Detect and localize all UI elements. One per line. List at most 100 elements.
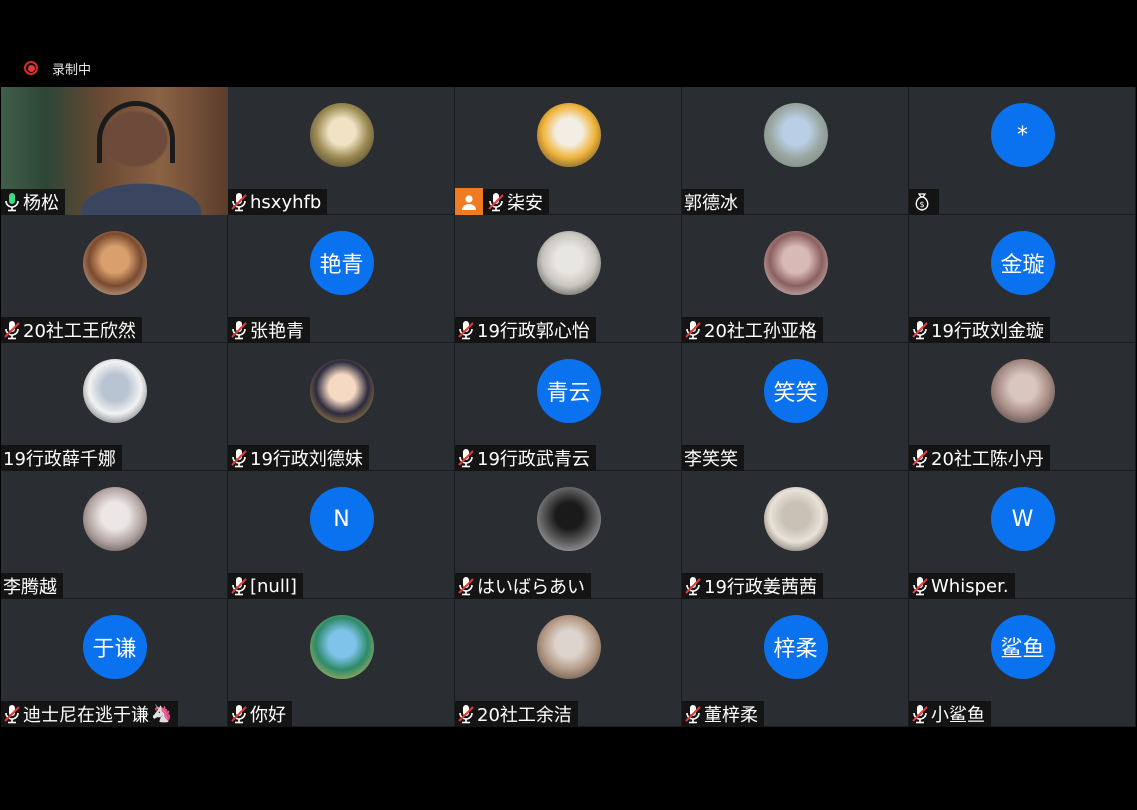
participant-name-tag: 20社工王欣然 bbox=[1, 317, 142, 343]
participant-name: 杨松 bbox=[23, 193, 59, 214]
avatar-initials: * bbox=[1017, 122, 1028, 148]
participant-name-tag: 19行政刘金璇 bbox=[909, 317, 1050, 343]
participant-avatar bbox=[309, 103, 374, 167]
participant-name-tag: 迪士尼在逃于谦 🦄 bbox=[1, 701, 179, 727]
participant-tile[interactable]: W Whisper. bbox=[909, 471, 1136, 599]
participant-name-tag: 20社工陈小丹 bbox=[909, 445, 1050, 471]
participant-avatar: 于谦 bbox=[82, 615, 147, 679]
participant-tile[interactable]: 李腾越 bbox=[1, 471, 228, 599]
person-icon bbox=[455, 188, 483, 215]
record-icon bbox=[24, 61, 38, 75]
microphone-muted-icon bbox=[684, 704, 702, 724]
money-bag-icon: $ bbox=[911, 191, 933, 213]
microphone-muted-icon bbox=[457, 448, 475, 468]
participant-avatar: 笑笑 bbox=[763, 359, 828, 423]
participant-name-tag: 柒安 bbox=[455, 188, 549, 215]
participant-tile[interactable]: 19行政薛千娜 bbox=[1, 343, 228, 471]
participant-tile[interactable]: 柒安 bbox=[455, 87, 682, 215]
participant-name-tag: 20社工孙亚格 bbox=[682, 317, 823, 343]
participant-avatar bbox=[763, 231, 828, 295]
participant-name: [null] bbox=[250, 575, 297, 597]
participant-name: 李腾越 bbox=[3, 577, 57, 598]
participant-tile[interactable]: 杨松 bbox=[1, 87, 228, 215]
participant-name: はいばらあい bbox=[477, 577, 585, 598]
microphone-muted-icon bbox=[684, 576, 702, 596]
avatar-initials: 金璇 bbox=[1000, 253, 1045, 278]
microphone-muted-icon bbox=[457, 320, 475, 340]
participant-name: 张艳青 bbox=[250, 321, 304, 342]
participant-tile[interactable]: 金璇 19行政刘金璇 bbox=[909, 215, 1136, 343]
participant-avatar bbox=[536, 231, 601, 295]
participant-tile[interactable]: 梓柔董梓柔 bbox=[682, 599, 909, 727]
participant-name-tag: 李腾越 bbox=[1, 573, 63, 599]
participant-name: 19行政姜茜茜 bbox=[704, 577, 817, 598]
participant-tile[interactable]: N [null] bbox=[228, 471, 455, 599]
recording-label: 录制中 bbox=[52, 62, 92, 78]
microphone-muted-icon bbox=[230, 576, 248, 596]
participant-name: 20社工王欣然 bbox=[23, 321, 136, 342]
participant-avatar bbox=[309, 615, 374, 679]
avatar-initials: 鲨鱼 bbox=[1000, 637, 1045, 662]
svg-text:$: $ bbox=[919, 200, 924, 209]
participant-name: 柒安 bbox=[507, 193, 543, 214]
participant-name: 郭德冰 bbox=[684, 193, 738, 214]
microphone-muted-icon bbox=[911, 576, 929, 596]
participant-name-tag: $ bbox=[909, 189, 939, 215]
participant-tile[interactable]: 你好 bbox=[228, 599, 455, 727]
participant-name-tag: 董梓柔 bbox=[682, 701, 764, 727]
participant-name: 小鲨鱼 bbox=[931, 705, 985, 726]
microphone-muted-icon bbox=[230, 704, 248, 724]
participant-tile[interactable]: 19行政姜茜茜 bbox=[682, 471, 909, 599]
participant-tile[interactable]: 20社工余洁 bbox=[455, 599, 682, 727]
participant-avatar: 鲨鱼 bbox=[990, 615, 1055, 679]
avatar-initials: 笑笑 bbox=[773, 381, 818, 406]
participant-name: 迪士尼在逃于谦 bbox=[23, 705, 149, 726]
participant-name-tag: [null] bbox=[228, 573, 303, 599]
participant-avatar bbox=[309, 359, 374, 423]
participant-tile[interactable]: 20社工陈小丹 bbox=[909, 343, 1136, 471]
participant-tile[interactable]: 19行政郭心怡 bbox=[455, 215, 682, 343]
participant-tile[interactable]: 郭德冰 bbox=[682, 87, 909, 215]
participant-tile[interactable]: * $ bbox=[909, 87, 1136, 215]
participant-tile[interactable]: はいばらあい bbox=[455, 471, 682, 599]
participant-tile[interactable]: 鲨鱼小鲨鱼 bbox=[909, 599, 1136, 727]
participant-name-tag: Whisper. bbox=[909, 573, 1015, 599]
participant-avatar: * bbox=[990, 103, 1055, 167]
avatar-initials: W bbox=[1011, 506, 1034, 532]
participant-tile[interactable]: 20社工孙亚格 bbox=[682, 215, 909, 343]
participant-tile[interactable]: 艳青 张艳青 bbox=[228, 215, 455, 343]
participant-name-tag: 19行政薛千娜 bbox=[1, 445, 122, 471]
participant-name-tag: 19行政郭心怡 bbox=[455, 317, 596, 343]
participant-name-tag: 张艳青 bbox=[228, 317, 310, 343]
microphone-muted-icon bbox=[457, 576, 475, 596]
microphone-muted-icon bbox=[3, 704, 21, 724]
participant-name-tag: 19行政姜茜茜 bbox=[682, 573, 823, 599]
unicorn-icon: 🦄 bbox=[151, 704, 173, 724]
participant-avatar bbox=[536, 487, 601, 551]
participant-avatar bbox=[82, 487, 147, 551]
participant-tile[interactable]: 青云 19行政武青云 bbox=[455, 343, 682, 471]
microphone-muted-icon bbox=[911, 320, 929, 340]
participant-name-tag: 你好 bbox=[228, 701, 292, 727]
participant-tile[interactable]: 于谦迪士尼在逃于谦 🦄 bbox=[1, 599, 228, 727]
microphone-muted-icon bbox=[911, 448, 929, 468]
microphone-icon bbox=[3, 192, 21, 212]
microphone-muted-icon bbox=[487, 192, 505, 212]
participant-tile[interactable]: 笑笑 李笑笑 bbox=[682, 343, 909, 471]
participant-avatar: 青云 bbox=[536, 359, 601, 423]
microphone-muted-icon bbox=[684, 320, 702, 340]
participant-name-tag: 郭德冰 bbox=[682, 189, 744, 215]
participant-name: 19行政刘德妹 bbox=[250, 449, 363, 470]
participant-name: 20社工陈小丹 bbox=[931, 449, 1044, 470]
participant-avatar: N bbox=[309, 487, 374, 551]
participant-avatar: 梓柔 bbox=[763, 615, 828, 679]
participant-name: Whisper. bbox=[931, 575, 1009, 597]
participant-grid: 杨松 hsxyhfb 柒安 郭德冰 * $20社工王欣然 艳青 张艳青 19行政郭心怡 20社工孙… bbox=[1, 87, 1137, 727]
participant-tile[interactable]: hsxyhfb bbox=[228, 87, 455, 215]
participant-name-tag: 19行政刘德妹 bbox=[228, 445, 369, 471]
participant-avatar bbox=[82, 231, 147, 295]
participant-tile[interactable]: 19行政刘德妹 bbox=[228, 343, 455, 471]
participant-name: 19行政薛千娜 bbox=[3, 449, 116, 470]
participant-tile[interactable]: 20社工王欣然 bbox=[1, 215, 228, 343]
participant-name: 19行政刘金璇 bbox=[931, 321, 1044, 342]
